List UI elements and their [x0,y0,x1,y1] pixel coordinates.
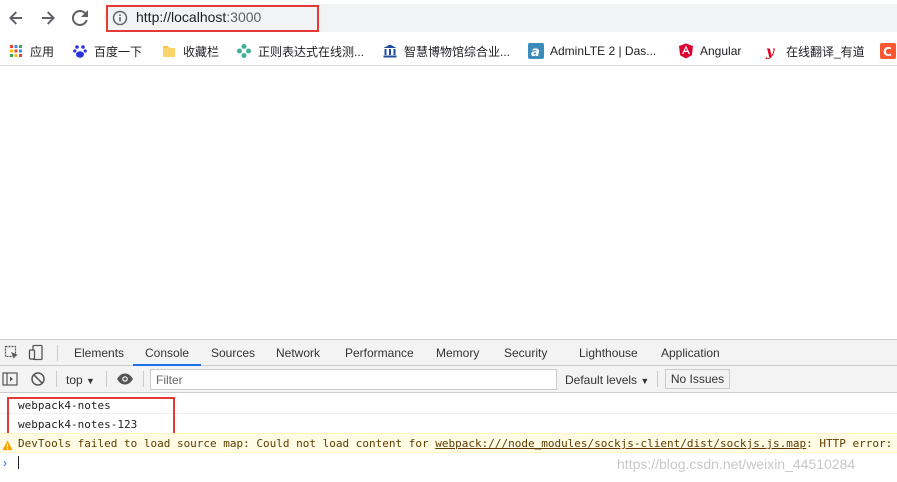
bookmark-label: 智慧博物馆综合业... [404,44,511,59]
reload-button[interactable] [69,7,91,29]
device-toolbar-icon[interactable] [28,344,46,367]
forward-button[interactable] [37,7,59,29]
toolbar-divider [56,371,57,387]
log-highlight-box [7,397,175,436]
bookmark-label: 应用 [30,44,55,59]
clear-console-icon[interactable] [30,371,46,392]
tab-sources[interactable]: Sources [211,346,255,360]
bookmark-museum[interactable]: 智慧博物馆综合业... [382,42,510,60]
filter-placeholder: Filter [156,373,183,387]
bookmark-overflow[interactable]: C [880,42,897,60]
toolbar-divider [657,371,658,387]
back-button[interactable] [5,7,27,29]
bookmark-baidu[interactable]: 百度一下 [72,42,142,60]
bookmark-youdao[interactable]: y 在线翻译_有道 [764,42,865,60]
tab-network[interactable]: Network [276,346,320,360]
museum-icon [382,43,398,59]
bookmark-regex[interactable]: 正则表达式在线测... [236,42,364,60]
tab-application[interactable]: Application [661,346,720,360]
console-input-caret[interactable] [18,456,19,469]
caret-down-icon: ▼ [86,376,95,386]
adminlte-logo-icon: a [528,43,544,60]
toolbar-divider [106,371,107,387]
warning-icon [2,438,13,456]
console-toolbar: top ▼ Filter Default levels ▼ No Issues [0,366,897,393]
log-levels-dropdown[interactable]: Default levels ▼ [565,373,649,387]
log-levels-value: Default levels [565,373,638,387]
filter-input[interactable]: Filter [150,369,557,390]
reload-icon [72,10,88,26]
baidu-paw-icon [72,43,88,59]
show-sidebar-icon[interactable] [2,371,18,392]
bookmark-label: 正则表达式在线测... [258,44,365,59]
console-warning-row: DevTools failed to load source map: Coul… [0,433,897,453]
gear-flower-icon [236,43,252,59]
arrow-right-icon [42,11,55,25]
warning-link[interactable]: webpack:///node_modules/sockjs-client/di… [435,437,806,450]
youdao-logo-icon: y [764,43,780,60]
toolbar-divider [143,371,144,387]
svg-text:a: a [531,45,540,59]
devtools-tabbar: Elements Console Sources Network Perform… [0,339,897,366]
browser-toolbar: http://localhost:3000 [0,0,897,36]
bookmark-label: 在线翻译_有道 [786,44,865,59]
caret-down-icon: ▼ [640,376,650,386]
context-selector[interactable]: top ▼ [66,373,95,387]
apps-grid-icon [8,43,24,59]
watermark-text: https://blog.csdn.net/weixin_44510284 [617,456,856,472]
tab-security[interactable]: Security [504,346,547,360]
bookmark-folder[interactable]: 收藏栏 [161,42,219,60]
eye-icon[interactable] [116,372,134,391]
console-prompt-icon: › [3,456,7,470]
bookmark-label: AdminLTE 2 | Das... [550,44,657,58]
arrow-left-icon [9,11,22,25]
inspect-element-icon[interactable] [4,345,20,366]
warning-message: DevTools failed to load source map: Coul… [18,437,897,450]
svg-text:y: y [765,44,775,59]
tab-performance[interactable]: Performance [345,346,414,360]
bookmark-label: Angular [700,44,742,58]
url-highlight-box [106,5,319,32]
bookmark-apps[interactable]: 应用 [8,42,54,60]
tab-lighthouse[interactable]: Lighthouse [579,346,638,360]
bookmark-label: 百度一下 [94,44,143,59]
context-value: top [66,373,83,387]
csdn-logo-icon: C [880,43,896,59]
angular-logo-icon [678,43,694,59]
tab-elements[interactable]: Elements [74,346,124,360]
bookmark-label: 收藏栏 [183,44,220,59]
svg-text:C: C [883,45,892,59]
warning-prefix: DevTools failed to load source map: Coul… [18,437,436,450]
bookmark-adminlte[interactable]: a AdminLTE 2 | Das... [528,42,656,60]
page-viewport[interactable] [0,67,897,339]
tab-memory[interactable]: Memory [436,346,479,360]
bookmark-angular[interactable]: Angular [678,42,741,60]
bookmarks-bar: 应用 百度一下 收藏栏 正则表达式在线测... 智慧博物馆综合业... a Ad… [0,36,897,66]
warning-suffix: : HTTP error: s [806,437,897,450]
folder-icon [161,43,177,59]
tab-console[interactable]: Console [145,346,189,360]
issues-button[interactable]: No Issues [665,369,730,389]
console-output: webpack4-notes webpack4-notes-123 DevToo… [0,393,897,482]
toolbar-divider [57,345,58,361]
